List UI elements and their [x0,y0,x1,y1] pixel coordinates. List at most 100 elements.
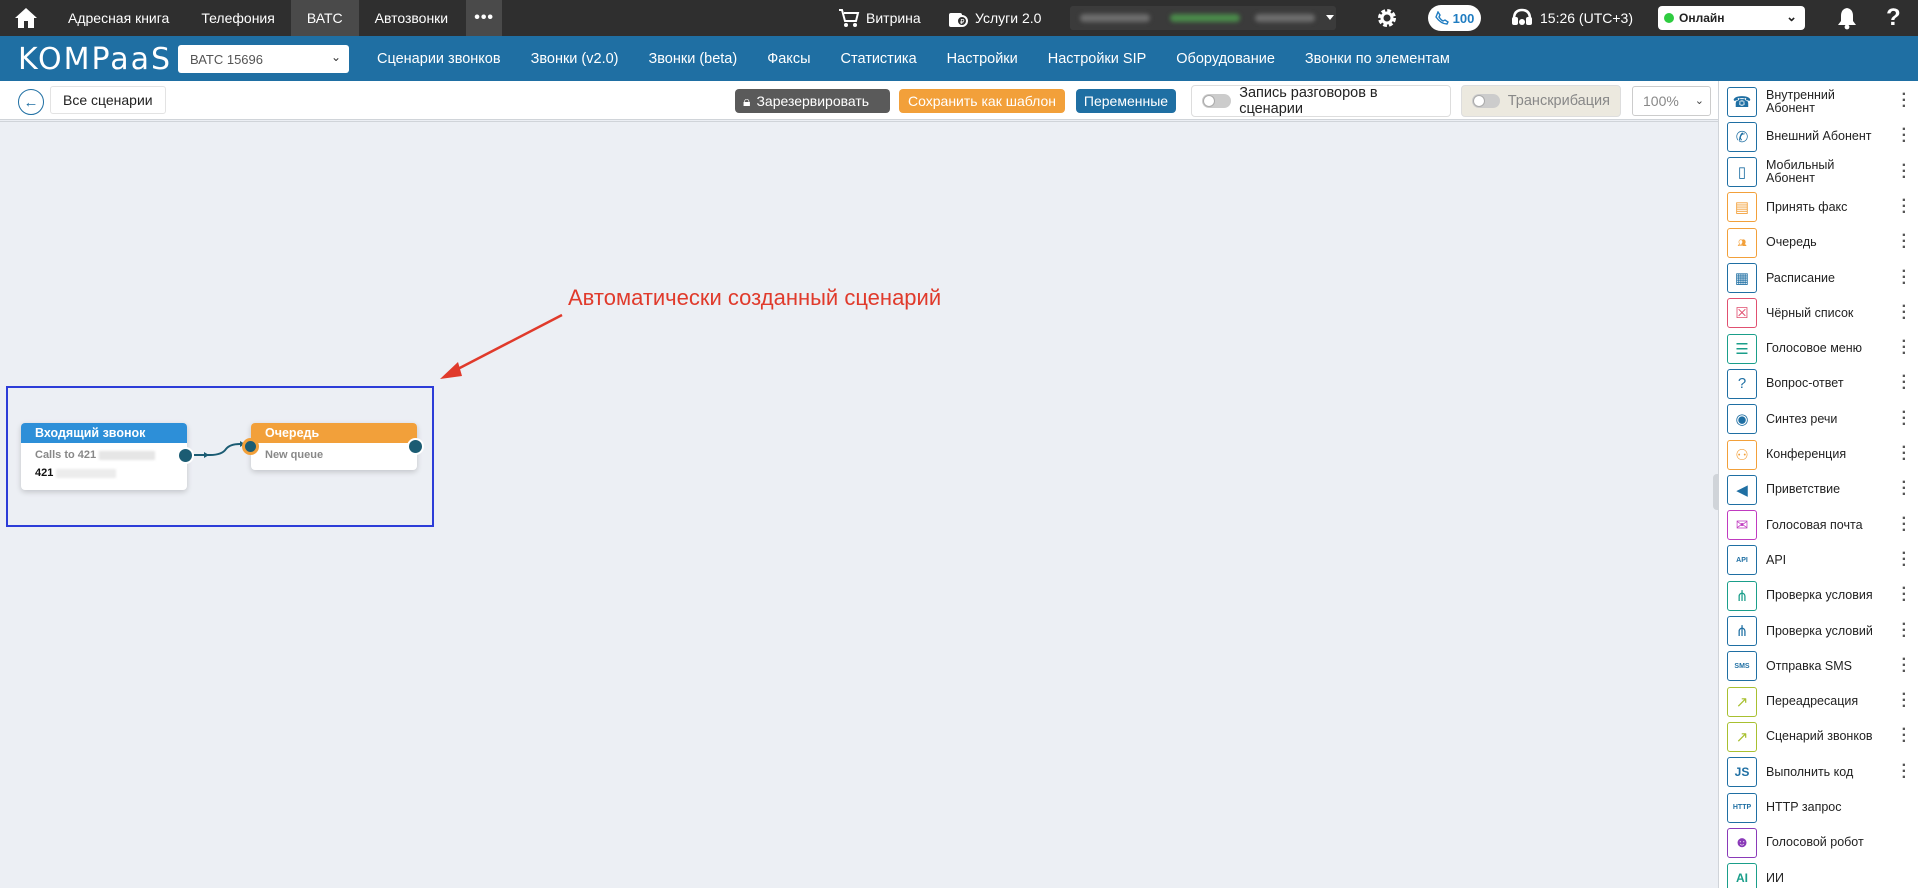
more-vertical-icon[interactable]: · · · [1902,157,1907,185]
more-vertical-icon[interactable]: · · · [1902,510,1907,538]
palette-item-label: Конференция [1766,447,1847,461]
zoom-select[interactable]: 100% ⌄ [1632,86,1711,116]
pbx-select[interactable]: ВАТС 15696 ⌄ [178,45,349,73]
toggle-switch[interactable] [1472,94,1500,108]
more-vertical-icon[interactable]: · · · [1902,545,1907,573]
top-bar: Адресная книга Телефония ВАТС Автозвонки… [0,0,1918,36]
showcase-link[interactable]: Витрина [838,0,921,36]
reserve-button[interactable]: 🔒︎ Зарезервировать [735,89,890,113]
voice-menu-icon: ☰ [1727,333,1757,364]
more-vertical-icon[interactable]: · · · [1902,87,1907,115]
chevron-down-icon: ⌄ [330,50,341,64]
more-vertical-icon[interactable]: · · · [1902,651,1907,679]
more-vertical-icon[interactable]: · · · [1902,722,1907,750]
more-vertical-icon[interactable]: · · · [1902,263,1907,291]
more-vertical-icon[interactable]: · · · [1902,616,1907,644]
lock-icon: 🔒︎ [743,92,751,109]
nav-faxes[interactable]: Факсы [752,51,825,67]
palette-item-voice-robot[interactable]: ☻ Голосовой робот [1719,825,1918,860]
palette-item-conditions[interactable]: ⋔ Проверка условий · · · [1719,614,1918,649]
variables-button[interactable]: Переменные [1076,89,1176,113]
headset-icon [1512,8,1532,25]
back-arrow-icon[interactable]: ← [18,89,44,115]
incoming-call-node[interactable]: Входящий звонок Calls to 421 421 [21,423,187,490]
palette-item-schedule[interactable]: ▦ Расписание · · · [1719,261,1918,296]
palette-item-speech-synthesis[interactable]: ◉ Синтез речи · · · [1719,402,1918,437]
nav-calls-v2[interactable]: Звонки (v2.0) [516,51,634,67]
cart-icon [839,9,860,27]
nav-call-scenarios[interactable]: Сценарии звонков [362,51,516,67]
all-scenarios-button[interactable]: Все сценарии [50,86,166,114]
status-select[interactable]: Онлайн ⌄ [1658,6,1805,30]
queue-input-port[interactable] [242,438,259,455]
palette-item-label: ИИ [1766,870,1784,885]
palette-item-blacklist[interactable]: ☒ Чёрный список · · · [1719,296,1918,331]
notifications-bell-icon[interactable] [1836,0,1858,36]
palette-item-label: Расписание [1766,270,1835,285]
home-icon[interactable] [0,0,52,36]
more-vertical-icon[interactable]: · · · [1902,334,1907,362]
nav-statistics[interactable]: Статистика [826,51,932,67]
palette-item-js-code[interactable]: JS Выполнить код · · · [1719,755,1918,790]
tab-telephony[interactable]: Телефония [185,0,290,36]
palette-item-question-answer[interactable]: ? Вопрос-ответ · · · [1719,366,1918,401]
nav-sip-settings[interactable]: Настройки SIP [1033,51,1162,67]
palette-item-call-scenario[interactable]: ↗ Сценарий звонков · · · [1719,719,1918,754]
settings-gear-icon[interactable] [1375,0,1399,36]
more-vertical-icon[interactable]: · · · [1902,404,1907,432]
external-subscriber-icon: ✆ [1727,121,1757,152]
queue-node[interactable]: Очередь New queue [251,423,417,470]
palette-item-redirect[interactable]: ↗ Переадресация · · · [1719,684,1918,719]
palette-item-external-subscriber[interactable]: ✆ Внешний Абонент · · · [1719,119,1918,154]
queue-output-port[interactable] [407,438,424,455]
services-link[interactable]: ₽ Услуги 2.0 [947,0,1041,36]
nav-equipment[interactable]: Оборудование [1161,51,1290,67]
palette-item-voicemail[interactable]: ✉ Голосовая почта · · · [1719,508,1918,543]
palette-item-condition[interactable]: ⋔ Проверка условия · · · [1719,578,1918,613]
tab-autocalls[interactable]: Автозвонки [359,0,465,36]
scenario-canvas[interactable]: Автоматически созданный сценарий Входящи… [0,121,1718,888]
palette-item-label: Отправка SMS [1766,658,1853,673]
palette-item-api[interactable]: API API · · · [1719,543,1918,578]
palette-item-voice-menu[interactable]: ☰ Голосовое меню · · · [1719,331,1918,366]
account-selector[interactable] [1070,6,1336,30]
more-menu-button[interactable]: ••• [466,0,503,36]
palette-item-ai[interactable]: AI ИИ [1719,861,1918,888]
more-vertical-icon[interactable]: · · · [1902,228,1907,256]
palette-item-fax[interactable]: ▤ Принять факс · · · [1719,190,1918,225]
more-vertical-icon[interactable]: · · · [1902,298,1907,326]
more-vertical-icon[interactable]: · · · [1902,581,1907,609]
help-icon[interactable]: ? [1886,0,1901,36]
palette-item-label: HTTP запрос [1766,800,1842,814]
nav-calls-beta[interactable]: Звонки (beta) [633,51,752,67]
more-vertical-icon[interactable]: · · · [1902,687,1907,715]
palette-item-label: Проверка условий [1766,623,1873,638]
transcription-toggle[interactable]: Транскрибация [1461,85,1621,117]
nav-calls-by-elements[interactable]: Звонки по элементам [1290,51,1465,67]
more-vertical-icon[interactable]: · · · [1902,440,1907,468]
more-vertical-icon[interactable]: · · · [1902,475,1907,503]
services-label: Услуги 2.0 [975,10,1042,26]
more-vertical-icon[interactable]: · · · [1902,192,1907,220]
more-vertical-icon[interactable]: · · · [1902,757,1907,785]
nav-settings[interactable]: Настройки [932,51,1033,67]
palette-item-internal-subscriber[interactable]: ☎ Внутренний Абонент · · · [1719,84,1918,119]
chevron-down-icon: ⌄ [1694,95,1704,107]
save-as-template-button[interactable]: Сохранить как шаблон [899,89,1065,113]
palette-item-http-request[interactable]: HTTP HTTP запрос [1719,790,1918,825]
active-calls-badge[interactable]: 100 [1428,5,1481,31]
more-vertical-icon[interactable]: · · · [1902,122,1907,150]
kompaas-logo[interactable]: KOMPaaS [18,42,172,77]
toggle-switch[interactable] [1202,94,1232,108]
palette-item-conference[interactable]: ⚇ Конференция · · · [1719,437,1918,472]
palette-item-label: Голосовое меню [1766,341,1863,356]
palette-item-queue[interactable]: 👥︎ Очередь · · · [1719,225,1918,260]
palette-item-sms[interactable]: SMS Отправка SMS · · · [1719,649,1918,684]
tab-vats[interactable]: ВАТС [290,0,359,36]
pbx-select-value: ВАТС 15696 [190,51,263,67]
record-calls-toggle[interactable]: Запись разговоров в сценарии [1191,85,1451,117]
more-vertical-icon[interactable]: · · · [1902,369,1907,397]
palette-item-mobile-subscriber[interactable]: ▯ Мобильный Абонент · · · [1719,155,1918,190]
tab-address-book[interactable]: Адресная книга [52,0,185,36]
palette-item-greeting[interactable]: ◀ Приветствие · · · [1719,472,1918,507]
